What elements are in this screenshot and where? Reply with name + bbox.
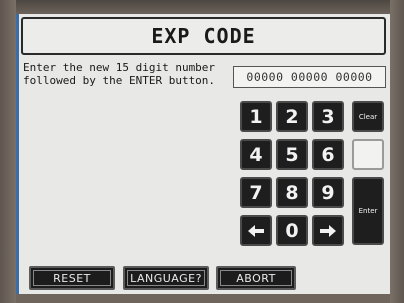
arrow-right-icon (320, 224, 336, 237)
arrow-left-icon (248, 224, 264, 237)
instruction-line-2: followed by the ENTER button. (23, 74, 216, 87)
reset-button-label: RESET (53, 271, 91, 285)
reset-button-frame: RESET (33, 270, 111, 286)
instruction-line-1: Enter the new 15 digit number (23, 61, 216, 74)
key-1-label: 1 (249, 105, 263, 128)
enter-button[interactable]: Enter (352, 177, 384, 245)
abort-button-frame: ABORT (220, 270, 292, 286)
key-8-label: 8 (285, 181, 299, 204)
clear-button-label: Clear (358, 112, 378, 121)
key-2[interactable]: 2 (276, 101, 308, 132)
key-6-label: 6 (321, 143, 335, 166)
instruction-text: Enter the new 15 digit number followed b… (23, 61, 233, 87)
code-value: 00000 00000 00000 (246, 70, 373, 84)
arrow-right-button[interactable] (312, 215, 344, 246)
device-bezel-right (390, 0, 404, 303)
language-button-label: LANGUAGE? (130, 271, 202, 285)
language-button[interactable]: LANGUAGE? (123, 266, 209, 290)
language-button-frame: LANGUAGE? (127, 270, 205, 286)
key-0[interactable]: 0 (276, 215, 308, 246)
key-9-label: 9 (321, 181, 335, 204)
abort-button[interactable]: ABORT (216, 266, 296, 290)
title-bar: EXP CODE (21, 17, 386, 55)
key-7-label: 7 (249, 181, 263, 204)
key-7[interactable]: 7 (240, 177, 272, 208)
device-bezel-top (0, 0, 404, 14)
blank-key (352, 139, 384, 170)
abort-button-label: ABORT (236, 271, 276, 285)
page-title: EXP CODE (151, 24, 256, 48)
clear-button[interactable]: Clear (352, 101, 384, 132)
key-6[interactable]: 6 (312, 139, 344, 170)
key-3-label: 3 (321, 105, 335, 128)
key-2-label: 2 (285, 105, 299, 128)
key-4[interactable]: 4 (240, 139, 272, 170)
key-5-label: 5 (285, 143, 299, 166)
enter-button-label: Enter (358, 207, 378, 215)
reset-button[interactable]: RESET (29, 266, 115, 290)
touch-screen: EXP CODE Enter the new 15 digit number f… (16, 14, 390, 294)
code-input-field[interactable]: 00000 00000 00000 (233, 66, 386, 88)
arrow-left-button[interactable] (240, 215, 272, 246)
key-8[interactable]: 8 (276, 177, 308, 208)
device-bezel-left (0, 0, 16, 303)
key-4-label: 4 (249, 143, 263, 166)
key-5[interactable]: 5 (276, 139, 308, 170)
key-0-label: 0 (285, 219, 299, 242)
key-3[interactable]: 3 (312, 101, 344, 132)
key-1[interactable]: 1 (240, 101, 272, 132)
key-9[interactable]: 9 (312, 177, 344, 208)
